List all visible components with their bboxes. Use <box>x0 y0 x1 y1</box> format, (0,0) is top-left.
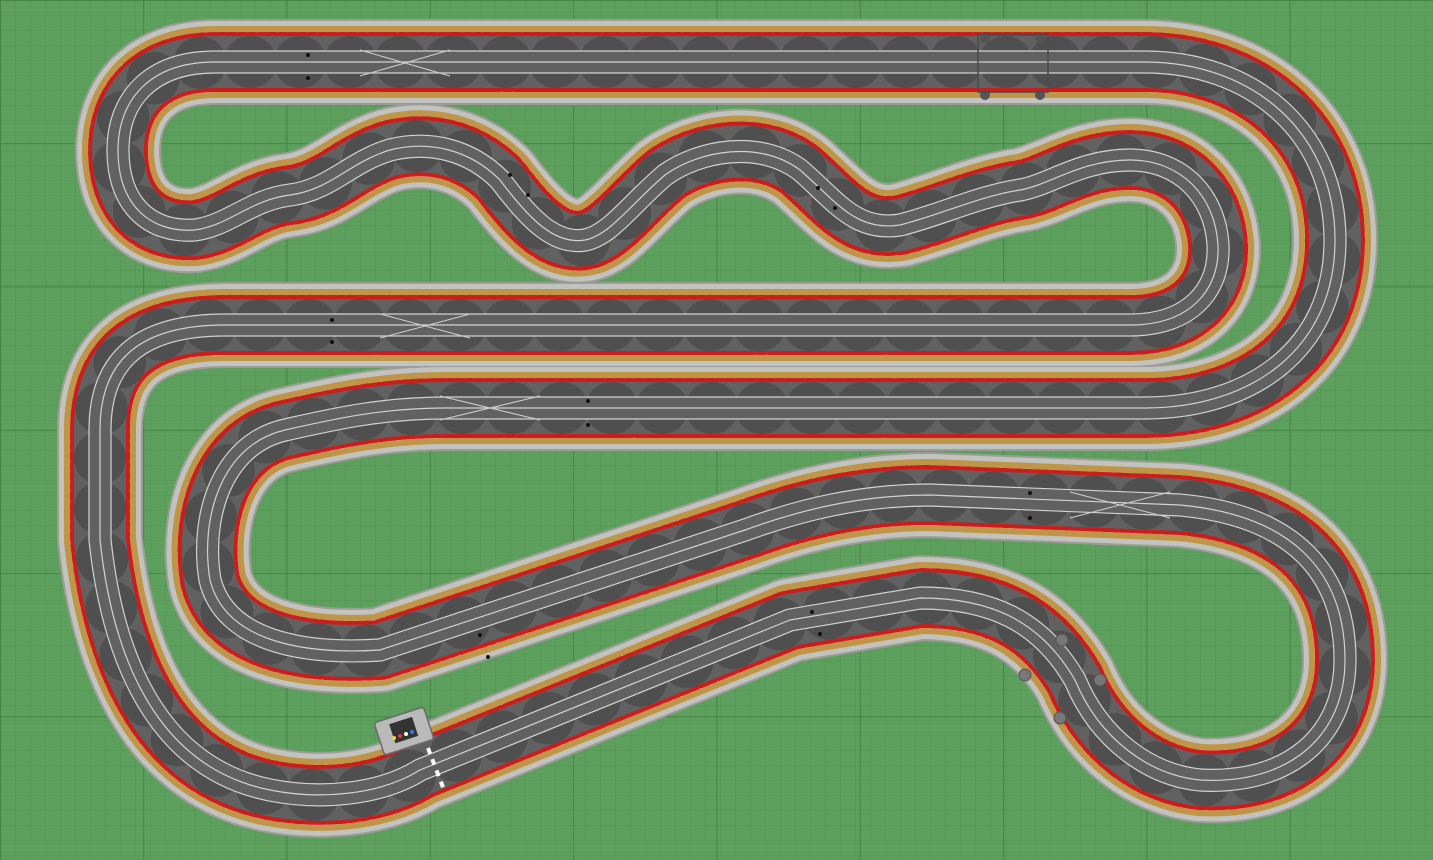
tunnel-post-icon <box>1018 668 1032 682</box>
lap-sensor-dot <box>330 318 334 322</box>
lap-sensor-dot <box>818 632 822 636</box>
start-light <box>398 734 402 738</box>
tunnel-post-icon <box>1053 711 1067 725</box>
lap-sensor-dot <box>586 423 590 427</box>
lap-sensor-dot <box>306 76 310 80</box>
lap-sensor-dot <box>330 340 334 344</box>
lap-sensor-dot <box>1028 491 1032 495</box>
track-layout-canvas <box>0 0 1433 860</box>
start-light <box>392 736 396 740</box>
lap-sensor-dot <box>486 655 490 659</box>
lap-sensor-dot <box>833 206 837 210</box>
lap-sensor-dot <box>810 610 814 614</box>
lap-sensor-dot <box>478 633 482 637</box>
lap-sensor-dot <box>306 53 310 57</box>
tunnel-post-icon <box>1055 633 1069 647</box>
start-light <box>410 730 414 734</box>
lap-sensor-dot <box>508 173 512 177</box>
start-light <box>404 732 408 736</box>
lap-sensor-dot <box>1028 516 1032 520</box>
lap-sensor-dot <box>526 193 530 197</box>
tunnel-post-icon <box>1093 673 1107 687</box>
lap-sensor-dot <box>586 399 590 403</box>
lap-sensor-dot <box>816 186 820 190</box>
